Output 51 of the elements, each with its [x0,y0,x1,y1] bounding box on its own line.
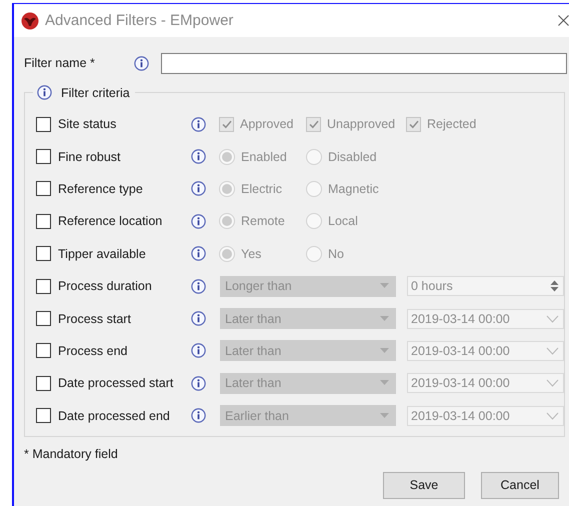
info-icon[interactable] [191,116,206,132]
info-icon[interactable] [134,56,149,70]
option-label: Approved [240,117,294,132]
filter-name-label: Filter name * [24,56,96,70]
checkmark-icon [222,120,232,129]
spin-arrows-icon[interactable] [550,279,559,294]
group-title: Filter criteria [61,86,130,100]
option-label: Enabled [241,150,287,164]
save-button[interactable]: Save [383,472,465,499]
criterion-label: Date processed end [58,408,171,423]
criterion-label: Process end [58,344,128,358]
criterion-label: Date processed start [58,376,174,390]
caret-icon [380,283,389,290]
info-icon[interactable] [191,278,206,294]
option-label: Electric [241,182,282,196]
app-logo-icon [21,12,39,30]
option-label: No [328,246,344,261]
info-icon[interactable] [191,181,206,196]
criterion-label: Site status [58,117,118,132]
option-label: Remote [241,214,285,228]
caret-icon [380,316,389,322]
caret-icon [380,380,389,386]
info-icon[interactable] [191,408,206,424]
option-label: Local [328,214,358,228]
criterion-label: Reference location [58,214,164,228]
option-label: Rejected [427,117,476,132]
info-icon[interactable] [191,214,206,229]
option-label: Disabled [328,150,377,164]
checkmark-icon [308,120,318,129]
window-title: Advanced Filters - EMpower [45,12,234,29]
info-icon[interactable] [191,149,206,164]
criterion-label: Fine robust [58,150,122,164]
option-label: Unapproved [327,117,396,132]
criterion-label: Process duration [58,279,153,294]
info-icon[interactable] [191,343,206,358]
close-icon[interactable] [558,15,569,26]
info-icon[interactable] [37,85,52,100]
criterion-label: Tipper available [58,246,147,261]
checkmark-icon [408,120,418,129]
option-label: Magnetic [328,182,379,196]
info-icon[interactable] [191,246,206,262]
cancel-button[interactable]: Cancel [481,472,559,499]
caret-icon [380,348,389,354]
caret-icon [380,412,389,419]
mandatory-note: * Mandatory field [24,446,119,463]
info-icon[interactable] [191,311,206,326]
criterion-label: Process start [58,312,132,326]
criterion-label: Reference type [58,182,144,196]
option-label: Yes [241,246,262,261]
filter-name-field[interactable] [161,52,567,74]
info-icon[interactable] [191,376,206,391]
